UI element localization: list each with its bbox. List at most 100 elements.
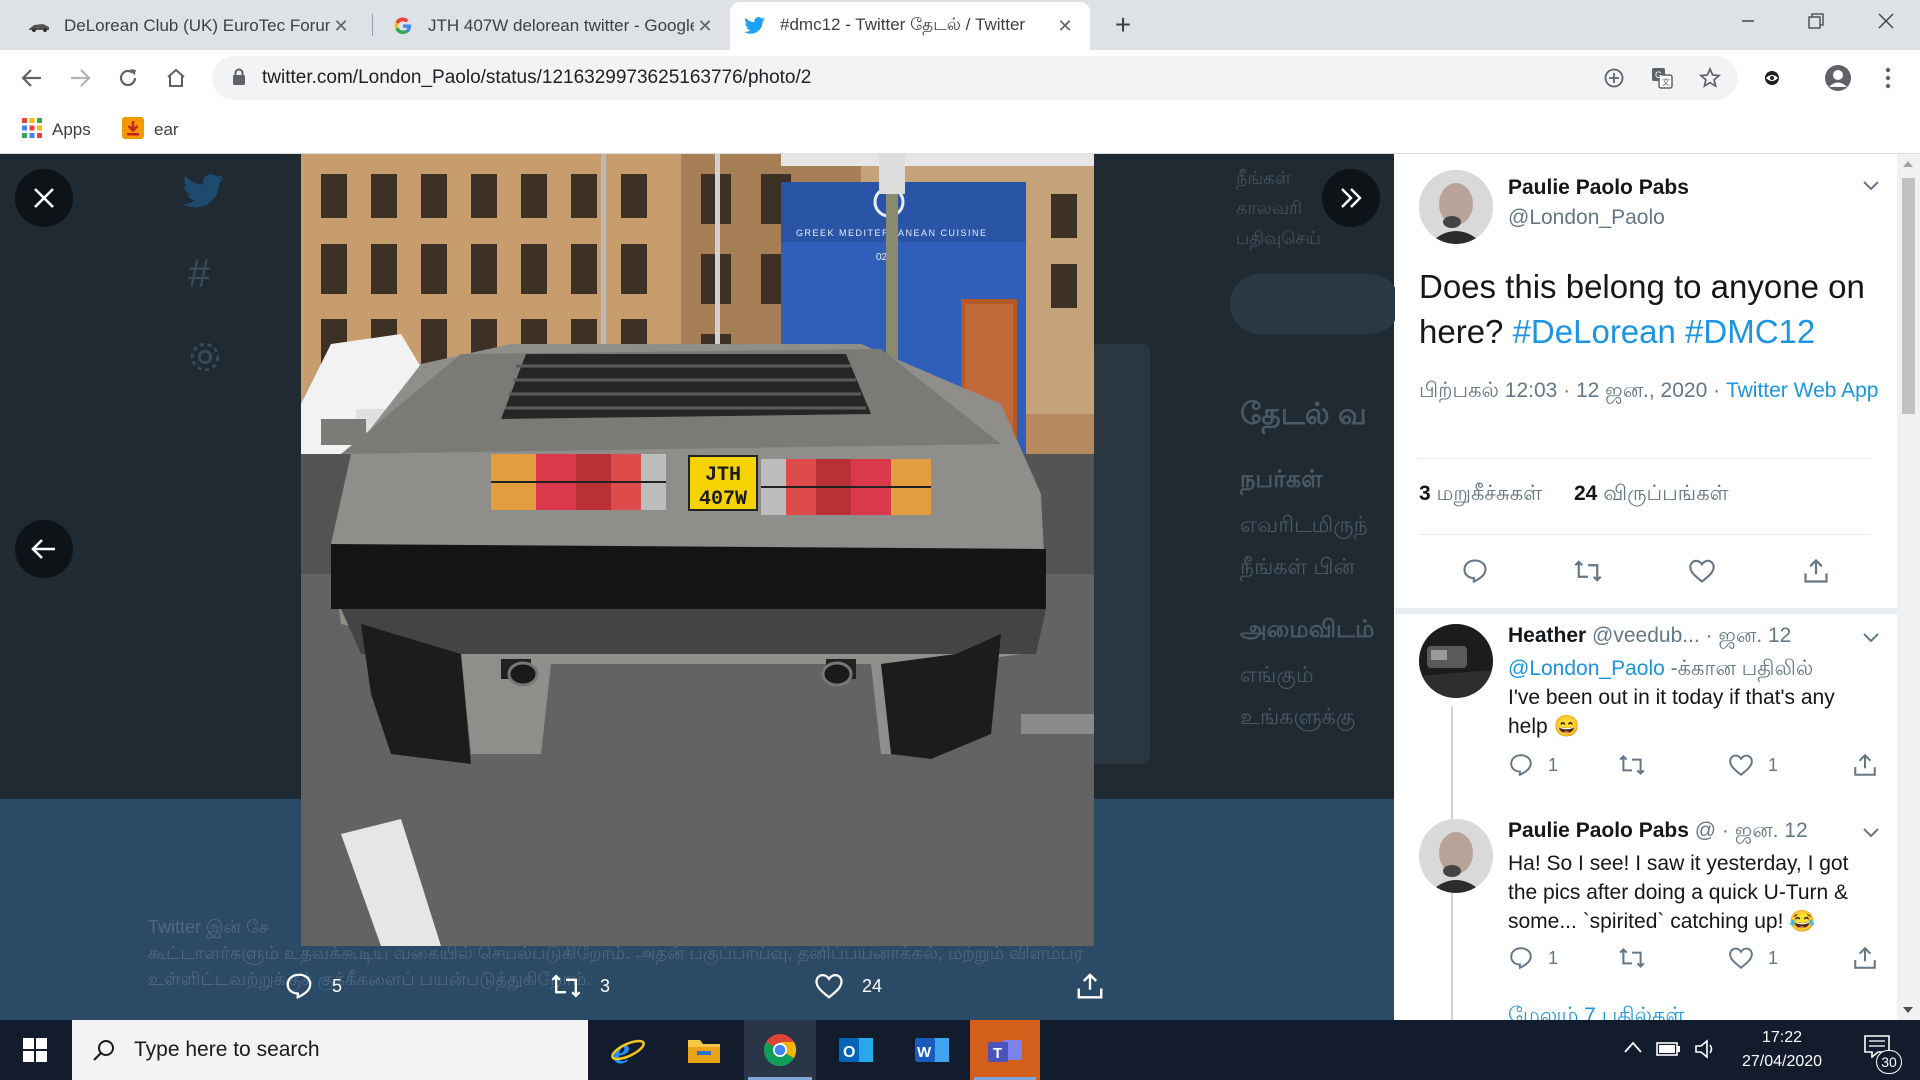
reply-to-handle[interactable]: @London_Paolo bbox=[1508, 657, 1665, 680]
show-more-replies-link[interactable]: மேலும் 7 பதில்கள் bbox=[1508, 1004, 1684, 1020]
volume-icon[interactable] bbox=[1694, 1038, 1718, 1060]
delorean-club-favicon-icon bbox=[28, 15, 50, 37]
minimize-button[interactable] bbox=[1718, 0, 1778, 42]
reply-like-button[interactable]: 1 bbox=[1728, 752, 1778, 778]
tab-google-search[interactable]: JTH 407W delorean twitter - Google ✕ bbox=[378, 2, 730, 50]
reply-menu-chevron-icon[interactable] bbox=[1859, 821, 1883, 845]
share-icon bbox=[1077, 973, 1103, 999]
translate-icon[interactable]: G文 bbox=[1648, 64, 1676, 92]
retweets-stat[interactable]: 3 மறுகீச்சுகள் bbox=[1419, 482, 1542, 505]
tab-twitter-dmc12[interactable]: #dmc12 - Twitter தேடல் / Twitter ✕ bbox=[730, 2, 1090, 50]
chrome-menu-icon[interactable] bbox=[1872, 62, 1904, 94]
reply-date[interactable]: · ஜன. 12 bbox=[1706, 624, 1792, 647]
close-window-button[interactable] bbox=[1856, 0, 1916, 42]
hashtag-dmc12[interactable]: #DMC12 bbox=[1685, 313, 1815, 350]
bg-line: எங்கும் bbox=[1240, 662, 1314, 687]
action-center-button[interactable]: 30 bbox=[1852, 1020, 1918, 1080]
likes-stat[interactable]: 24 விருப்பங்கள் bbox=[1574, 482, 1729, 505]
tab-separator bbox=[372, 14, 373, 36]
install-app-icon[interactable] bbox=[1600, 64, 1628, 92]
home-button[interactable] bbox=[158, 60, 194, 96]
lock-icon[interactable] bbox=[232, 68, 246, 91]
bg-footer-text: Twitter இன் சே bbox=[148, 917, 269, 937]
system-clock[interactable]: 17:22 27/04/2020 bbox=[1722, 1026, 1842, 1074]
author-name[interactable]: Paulie Paolo Pabs bbox=[1508, 176, 1689, 200]
start-button[interactable] bbox=[0, 1020, 70, 1080]
previous-media-button[interactable] bbox=[15, 520, 73, 578]
share-icon[interactable] bbox=[1799, 554, 1833, 588]
bookmark-label: ear bbox=[154, 120, 179, 139]
reply-retweet-button[interactable] bbox=[1618, 752, 1660, 778]
tab-title: JTH 407W delorean twitter - Google bbox=[428, 16, 694, 35]
tab-title: #dmc12 - Twitter தேடல் / Twitter bbox=[780, 15, 1026, 34]
bookmark-star-icon[interactable] bbox=[1696, 64, 1724, 92]
notification-count-badge: 30 bbox=[1876, 1050, 1902, 1074]
retweets-label: மறுகீச்சுகள் bbox=[1436, 482, 1543, 505]
reply-share-button[interactable] bbox=[1852, 752, 1892, 778]
reload-button[interactable] bbox=[110, 60, 146, 96]
media-reply-button[interactable]: 5 bbox=[284, 962, 342, 1010]
taskbar-edge[interactable]: e bbox=[592, 1020, 664, 1080]
word-icon: W bbox=[915, 1038, 949, 1062]
tab-close-icon[interactable]: ✕ bbox=[1054, 16, 1076, 37]
taskbar-search-box[interactable]: Type here to search bbox=[72, 1020, 588, 1080]
scrollbar-thumb[interactable] bbox=[1902, 178, 1915, 414]
restore-button[interactable] bbox=[1786, 0, 1846, 42]
reply-avatar[interactable] bbox=[1419, 819, 1493, 893]
reply-author-handle[interactable]: @ bbox=[1695, 819, 1716, 842]
bookmark-download-icon bbox=[122, 116, 144, 144]
search-icon bbox=[93, 1040, 114, 1061]
reply-avatar[interactable] bbox=[1419, 624, 1493, 698]
new-tab-button[interactable]: + bbox=[1108, 8, 1138, 42]
toggle-side-panel-button[interactable] bbox=[1322, 169, 1380, 227]
media-retweet-button[interactable]: 3 bbox=[550, 962, 610, 1010]
tweet-timestamp[interactable]: பிற்பகல் 12:03 · 12 ஜன., 2020 · bbox=[1419, 379, 1720, 402]
taskbar-chrome[interactable] bbox=[744, 1020, 816, 1080]
tab-delorean-club[interactable]: DeLorean Club (UK) EuroTec Forum ✕ bbox=[14, 2, 366, 50]
reply-icon[interactable] bbox=[1458, 554, 1492, 588]
back-button[interactable] bbox=[14, 60, 50, 96]
retweet-icon[interactable] bbox=[1571, 554, 1605, 588]
battery-power-icon[interactable] bbox=[1656, 1038, 1682, 1058]
taskbar-outlook[interactable]: O bbox=[820, 1020, 892, 1080]
windows-taskbar: Type here to search e O W T 17:22 27/04/… bbox=[0, 1020, 1920, 1080]
author-avatar[interactable] bbox=[1419, 170, 1493, 244]
reply-author-handle[interactable]: @veedub... bbox=[1592, 624, 1700, 647]
side-panel-scrollbar[interactable] bbox=[1897, 154, 1920, 1020]
extension-icon[interactable] bbox=[1756, 62, 1788, 94]
tweet-menu-chevron-icon[interactable] bbox=[1859, 174, 1883, 198]
reply-like-button[interactable]: 1 bbox=[1728, 945, 1778, 971]
reply-author-name[interactable]: Heather bbox=[1508, 624, 1586, 647]
reply-menu-chevron-icon[interactable] bbox=[1859, 626, 1883, 650]
show-hidden-icons-chevron-icon[interactable] bbox=[1624, 1041, 1642, 1053]
hashtag-delorean[interactable]: #DeLorean bbox=[1513, 313, 1676, 350]
heart-icon[interactable] bbox=[1685, 554, 1719, 588]
reply-reply-button[interactable]: 1 bbox=[1508, 752, 1558, 778]
reply-tweet[interactable]: Paulie Paolo Pabs @ · ஜன. 12 Ha! So I se… bbox=[1395, 819, 1897, 1020]
reply-date[interactable]: · ஜன. 12 bbox=[1722, 819, 1808, 842]
forward-button[interactable] bbox=[62, 60, 98, 96]
tweet-source[interactable]: Twitter Web App bbox=[1726, 379, 1879, 402]
bookmark-apps[interactable]: Apps bbox=[22, 114, 91, 146]
address-bar[interactable]: twitter.com/London_Paolo/status/12163299… bbox=[212, 56, 1738, 100]
reply-retweet-button[interactable] bbox=[1618, 945, 1660, 971]
author-handle[interactable]: @London_Paolo bbox=[1508, 206, 1665, 230]
tab-close-icon[interactable]: ✕ bbox=[694, 16, 716, 37]
reply-reply-button[interactable]: 1 bbox=[1508, 945, 1558, 971]
media-share-button[interactable] bbox=[1075, 962, 1123, 1010]
taskbar-teams[interactable]: T bbox=[970, 1020, 1040, 1080]
bg-card bbox=[1090, 344, 1150, 764]
svg-text:T: T bbox=[993, 1045, 1002, 1062]
scroll-up-arrow-icon[interactable] bbox=[1903, 160, 1913, 168]
taskbar-word[interactable]: W bbox=[896, 1020, 968, 1080]
profile-avatar-icon[interactable] bbox=[1822, 62, 1854, 94]
reply-author-name[interactable]: Paulie Paolo Pabs bbox=[1508, 819, 1689, 842]
tab-close-icon[interactable]: ✕ bbox=[330, 16, 352, 37]
reply-share-button[interactable] bbox=[1852, 945, 1892, 971]
media-like-button[interactable]: 24 bbox=[814, 962, 882, 1010]
reply-like-count: 1 bbox=[1768, 947, 1779, 968]
bookmark-ear[interactable]: ear bbox=[122, 114, 179, 146]
taskbar-file-explorer[interactable] bbox=[668, 1020, 740, 1080]
scroll-down-arrow-icon[interactable] bbox=[1903, 1006, 1913, 1014]
close-media-button[interactable] bbox=[15, 169, 73, 227]
